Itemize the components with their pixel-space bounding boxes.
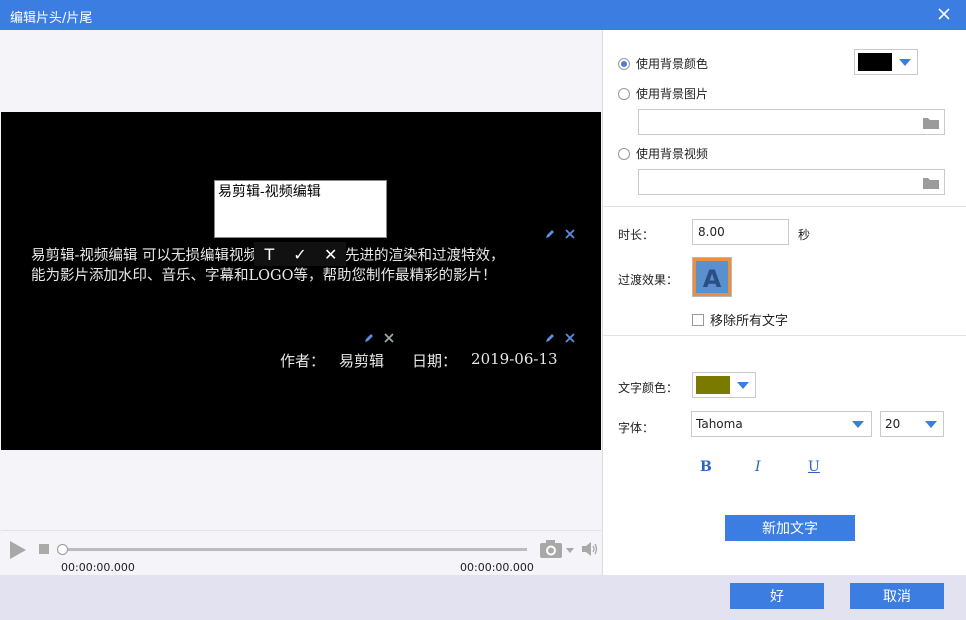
confirm-icon[interactable]: ✓	[290, 245, 310, 264]
transition-label: 过渡效果：	[618, 273, 679, 287]
bg-color-option[interactable]: 使用背景颜色	[618, 55, 708, 72]
bg-color-label: 使用背景颜色	[636, 57, 709, 71]
pencil-icon[interactable]	[363, 332, 375, 344]
divider	[603, 335, 966, 336]
title-edit-controls	[544, 228, 576, 240]
text-color-picker[interactable]	[692, 372, 756, 398]
text-floating-toolbar: T ✓ ✕	[254, 242, 346, 266]
radio-icon[interactable]	[618, 87, 630, 100]
text-edit-box[interactable]: 易剪辑-视频编辑	[214, 180, 387, 238]
cancel-button[interactable]: 取消	[850, 583, 944, 609]
duration-unit: 秒	[798, 228, 811, 242]
chevron-down-icon	[852, 421, 864, 428]
volume-icon[interactable]	[581, 540, 599, 558]
playback-controls: 00:00:00.000 00:00:00.000	[1, 530, 601, 575]
remove-all-text-label: 移除所有文字	[710, 314, 789, 329]
author-date-line[interactable]: 作者： 易剪辑 日期： 2019-06-13	[280, 350, 558, 371]
remove-all-text-checkbox[interactable]: 移除所有文字	[692, 310, 788, 329]
author-label: 作者：	[280, 352, 326, 370]
progress-handle[interactable]	[57, 544, 68, 555]
text-icon[interactable]: T	[259, 245, 279, 264]
stop-icon[interactable]	[39, 544, 49, 554]
close-icon[interactable]	[936, 6, 952, 22]
italic-button[interactable]: I	[755, 459, 761, 475]
delete-icon[interactable]	[564, 332, 576, 344]
preview-area: 易剪辑-视频编辑 易剪辑-视频编辑 可以无损编辑视频，并提供了最先进的渲染和过渡…	[1, 30, 601, 575]
bold-button[interactable]: B	[700, 459, 712, 475]
author-value: 易剪辑	[339, 352, 385, 370]
author-edit-controls	[363, 332, 395, 344]
folder-icon[interactable]	[922, 176, 940, 190]
font-size-value: 20	[885, 417, 901, 431]
title-bar: 编辑片头/片尾	[0, 0, 966, 30]
chevron-down-icon	[899, 59, 911, 66]
ok-button[interactable]: 好	[730, 583, 824, 609]
delete-icon[interactable]	[383, 332, 395, 344]
delete-icon[interactable]	[564, 228, 576, 240]
body-text-line-2: 能为影片添加水印、音乐、字幕和LOGO等，帮助您制作最精彩的影片！	[31, 268, 497, 284]
radio-selected-icon[interactable]	[618, 57, 630, 70]
total-time: 00:00:00.000	[460, 561, 534, 574]
text-color-label: 文字颜色：	[618, 381, 679, 395]
progress-track[interactable]	[57, 544, 527, 555]
bg-video-path-field[interactable]	[638, 169, 945, 195]
bg-image-option[interactable]: 使用背景图片	[618, 85, 708, 102]
radio-icon[interactable]	[618, 147, 630, 160]
font-size-select[interactable]: 20	[880, 411, 944, 437]
divider	[603, 206, 966, 207]
date-label: 日期：	[412, 352, 458, 370]
text-color-swatch	[696, 376, 730, 394]
svg-text:A: A	[703, 265, 722, 293]
font-family-value: Tahoma	[696, 417, 743, 431]
current-time: 00:00:00.000	[61, 561, 135, 574]
bg-image-label: 使用背景图片	[636, 87, 709, 101]
cancel-icon[interactable]: ✕	[321, 245, 341, 264]
dialog-footer: 好 取消	[0, 575, 966, 620]
date-value: 2019-06-13	[471, 350, 558, 368]
checkbox-icon[interactable]	[692, 313, 704, 326]
bg-color-swatch	[858, 53, 892, 71]
transition-thumbnail[interactable]: A	[692, 257, 732, 297]
transition-effect-icon: A	[693, 258, 731, 296]
window-title: 编辑片头/片尾	[10, 11, 93, 26]
settings-panel: 使用背景颜色 使用背景图片 使用背景视频 时长： 8.00 秒 过渡效果： A	[602, 30, 966, 575]
pencil-icon[interactable]	[544, 332, 556, 344]
font-family-select[interactable]: Tahoma	[691, 411, 872, 437]
add-text-button[interactable]: 新加文字	[725, 515, 855, 541]
preview-canvas[interactable]: 易剪辑-视频编辑 易剪辑-视频编辑 可以无损编辑视频，并提供了最先进的渲染和过渡…	[1, 112, 601, 450]
date-edit-controls	[544, 332, 576, 344]
bg-color-picker[interactable]	[854, 49, 918, 75]
underline-button[interactable]: U	[808, 459, 820, 475]
folder-icon[interactable]	[922, 116, 940, 130]
camera-icon[interactable]	[539, 539, 577, 559]
duration-label: 时长：	[618, 228, 655, 242]
chevron-down-icon	[925, 421, 937, 428]
font-label: 字体：	[618, 421, 655, 435]
chevron-down-icon	[737, 382, 749, 389]
bg-video-label: 使用背景视频	[636, 147, 709, 161]
bg-image-path-field[interactable]	[638, 109, 945, 135]
play-icon[interactable]	[9, 540, 27, 560]
duration-input[interactable]: 8.00	[692, 219, 789, 245]
bg-video-option[interactable]: 使用背景视频	[618, 145, 708, 162]
pencil-icon[interactable]	[544, 228, 556, 240]
